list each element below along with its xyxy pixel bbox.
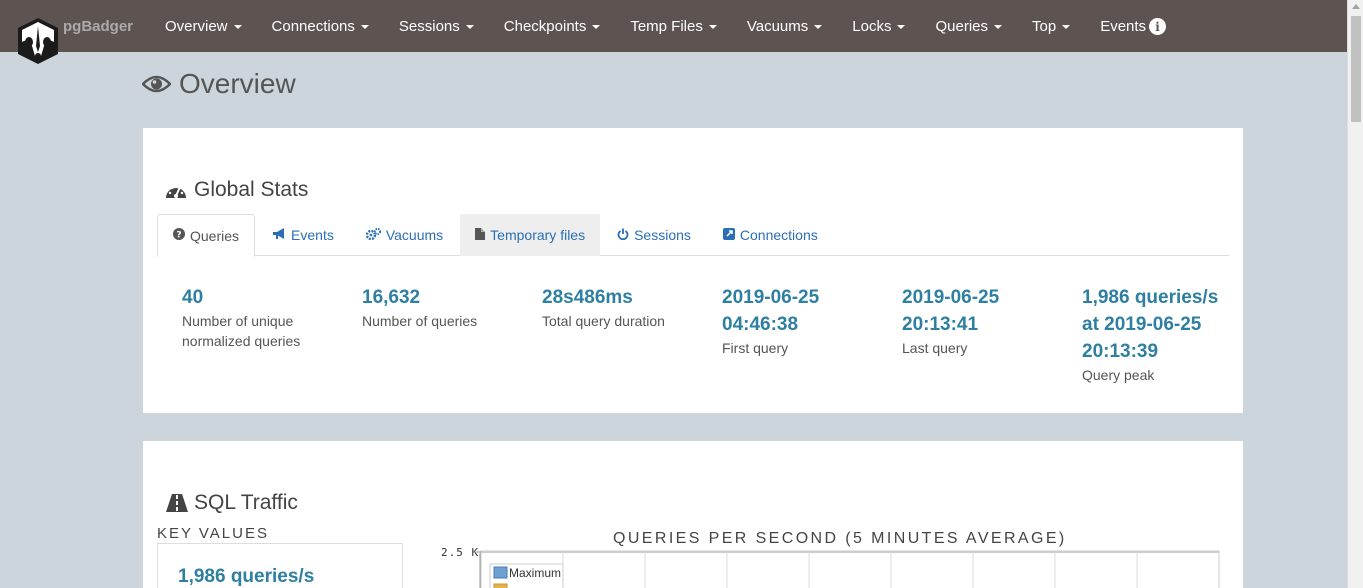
caret-down-icon <box>592 25 601 29</box>
page-title-text: Overview <box>179 68 296 99</box>
nav-item-label: Vacuums <box>746 17 809 35</box>
caret-down-icon <box>1062 25 1071 29</box>
nav-item-overview[interactable]: Overview <box>150 0 257 52</box>
nav-item-label: Checkpoints <box>503 17 587 35</box>
nav-item-label: Queries <box>935 17 988 35</box>
tab-label: Vacuums <box>385 227 444 243</box>
dashboard-icon <box>166 186 186 198</box>
stat-query-peak: 1,986 queries/s at 2019-06-25 20:13:39 Q… <box>1082 284 1262 385</box>
nav-item-vacuums[interactable]: Vacuums <box>732 0 837 52</box>
tab-temporary-files[interactable]: Temporary files <box>460 214 601 256</box>
sql-traffic-title: SQL Traffic <box>166 491 298 515</box>
global-stats-panel: Global Stats ? Queries Events Vacuums Te… <box>143 128 1243 413</box>
caret-down-icon <box>233 25 242 29</box>
nav-item-label: Overview <box>165 17 228 35</box>
brand-name[interactable]: pgBadger <box>63 18 133 35</box>
caret-down-icon <box>814 25 823 29</box>
stat-label: Query peak <box>1082 367 1155 383</box>
stat-unique-queries: 40 Number of unique normalized queries <box>182 284 362 385</box>
scroll-up-arrow-icon[interactable] <box>1352 4 1360 9</box>
info-icon[interactable]: i <box>1149 18 1166 35</box>
nav-item-connections[interactable]: Connections <box>257 0 384 52</box>
nav-item-label: Sessions <box>398 17 460 35</box>
stat-label: Last query <box>902 340 968 356</box>
top-navbar: pgBadger Overview Connections Sessions C… <box>0 0 1347 64</box>
nav-item-label: Temp Files <box>630 17 703 35</box>
tab-label: Temporary files <box>490 227 586 243</box>
key-value-peak: 1,986 queries/s <box>178 566 315 587</box>
stat-value: 28s486ms <box>542 287 633 308</box>
legend-swatch-second <box>493 583 508 588</box>
caret-down-icon <box>708 25 717 29</box>
stat-label: First query <box>722 340 789 356</box>
plot-area <box>480 550 1220 588</box>
nav-item-sessions[interactable]: Sessions <box>384 0 489 52</box>
tab-events[interactable]: Events <box>257 214 349 256</box>
file-icon <box>475 227 486 243</box>
tab-label: Sessions <box>634 227 691 243</box>
tab-label: Connections <box>739 227 818 243</box>
nav-menu: Overview Connections Sessions Checkpoint… <box>150 0 1175 52</box>
global-stats-title: Global Stats <box>164 178 308 202</box>
caret-down-icon <box>994 25 1002 29</box>
stats-row: 40 Number of unique normalized queries 1… <box>182 284 1262 385</box>
tab-sessions[interactable]: Sessions <box>602 214 706 256</box>
global-stats-tabs: ? Queries Events Vacuums Temporary files <box>157 214 1229 257</box>
tab-vacuums[interactable]: Vacuums <box>351 214 458 256</box>
power-icon <box>617 228 629 243</box>
tab-label: Events <box>291 227 334 243</box>
stat-label: Number of queries <box>362 313 478 329</box>
stat-number-of-queries: 16,632 Number of queries <box>362 284 542 385</box>
nav-item-temp-files[interactable]: Temp Files <box>615 0 732 52</box>
external-link-icon <box>722 227 735 243</box>
nav-item-checkpoints[interactable]: Checkpoints <box>489 0 616 52</box>
sql-traffic-panel: SQL Traffic KEY VALUES 1,986 queries/s Q… <box>143 441 1243 588</box>
section-title-text: Global Stats <box>194 178 309 201</box>
vertical-scrollbar[interactable] <box>1347 0 1363 588</box>
queries-per-second-chart: 2.5 K Maximum <box>441 546 1220 588</box>
nav-item-label: Events <box>1100 17 1147 35</box>
legend-label-maximum: Maximum <box>509 566 561 580</box>
legend-swatch-maximum <box>493 566 508 579</box>
caret-down-icon <box>465 25 474 29</box>
nav-item-label: Locks <box>852 17 892 35</box>
stat-label: Number of unique normalized queries <box>182 313 301 349</box>
nav-item-label: Connections <box>271 17 355 35</box>
page-title: Overview <box>142 68 296 100</box>
nav-item-queries[interactable]: Queries <box>920 0 1017 52</box>
stat-value: 40 <box>182 287 204 308</box>
tab-connections[interactable]: Connections <box>708 214 833 256</box>
eye-icon <box>142 75 171 93</box>
caret-down-icon <box>360 25 369 29</box>
stat-value: 2019-06-25 04:46:38 <box>722 287 820 335</box>
section-title-text: SQL Traffic <box>194 491 298 514</box>
nav-item-label: Top <box>1032 17 1057 35</box>
stat-last-query: 2019-06-25 20:13:41 Last query <box>902 284 1082 385</box>
nav-item-top[interactable]: Top <box>1017 0 1085 52</box>
stat-label: Total query duration <box>542 313 665 329</box>
stat-value: 2019-06-25 20:13:41 <box>902 287 1000 335</box>
bullhorn-icon <box>272 227 286 243</box>
road-icon <box>166 494 188 512</box>
stat-first-query: 2019-06-25 04:46:38 First query <box>722 284 902 385</box>
nav-item-locks[interactable]: Locks <box>837 0 920 52</box>
key-values-box: 1,986 queries/s <box>157 543 403 588</box>
question-circle-icon: ? <box>173 228 185 243</box>
stat-value: 1,986 queries/s at 2019-06-25 20:13:39 <box>1082 287 1219 362</box>
scrollbar-thumb[interactable] <box>1351 16 1361 122</box>
stat-value: 16,632 <box>362 287 421 308</box>
key-values-heading: KEY VALUES <box>157 525 269 542</box>
tab-label: Queries <box>190 227 240 244</box>
pgbadger-logo[interactable] <box>14 16 62 66</box>
stat-total-duration: 28s486ms Total query duration <box>542 284 722 385</box>
svg-text:?: ? <box>176 231 181 241</box>
tab-queries[interactable]: ? Queries <box>157 214 256 257</box>
gears-icon <box>365 227 381 243</box>
caret-down-icon <box>897 25 906 29</box>
